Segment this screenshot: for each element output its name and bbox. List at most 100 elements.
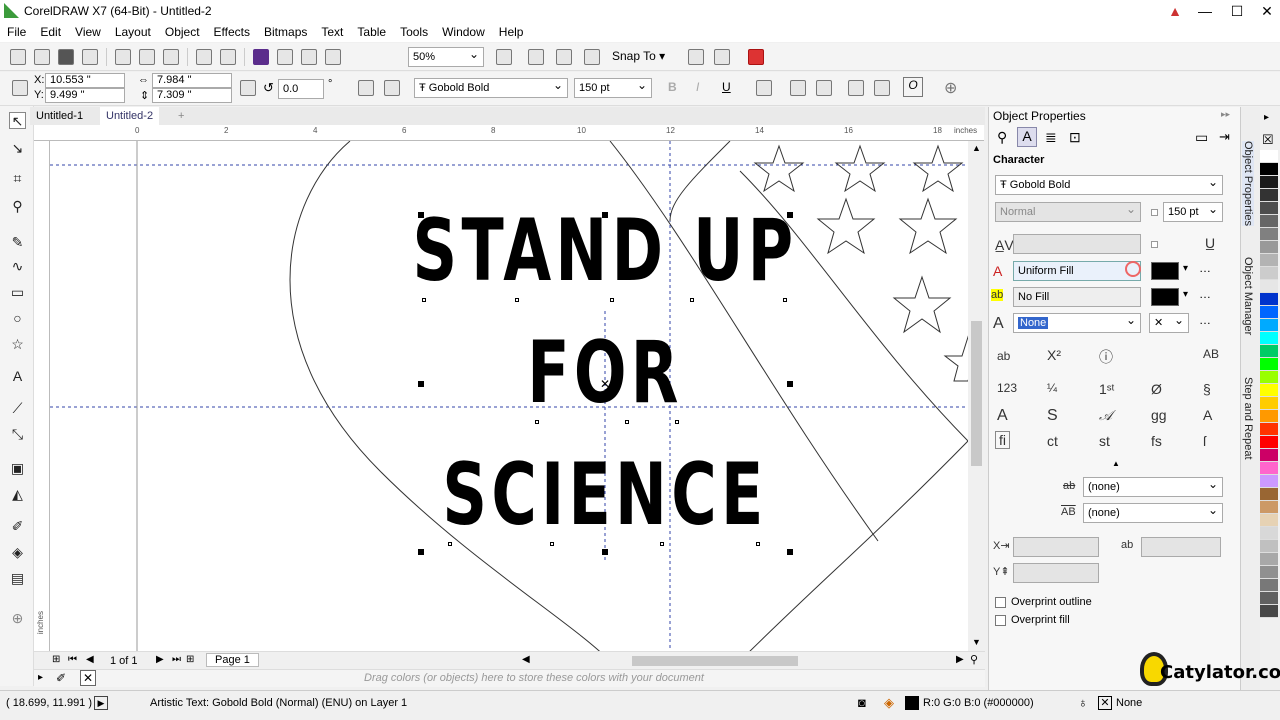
first-page-icon[interactable]: ⏮ bbox=[68, 654, 77, 665]
character-outline-select[interactable]: None bbox=[1013, 311, 1141, 333]
font-style-select[interactable]: Normal bbox=[995, 200, 1141, 222]
color-swatch[interactable] bbox=[1260, 293, 1278, 306]
publish-pdf-icon[interactable] bbox=[325, 48, 341, 65]
ornament-icon[interactable]: 𝒜 bbox=[1099, 407, 1112, 424]
lock-ratio-icon[interactable] bbox=[240, 80, 256, 96]
color-swatch[interactable] bbox=[1260, 423, 1278, 436]
menu-tools[interactable]: Tools bbox=[393, 22, 435, 42]
add-page-icon[interactable]: ⊞ bbox=[186, 654, 194, 665]
no-color-swatch[interactable]: ✕ bbox=[80, 670, 96, 686]
eyedropper-icon[interactable]: ✐ bbox=[56, 671, 66, 685]
panel-menu-icon[interactable]: ⇥ bbox=[1219, 129, 1230, 145]
edit-text-icon[interactable] bbox=[874, 80, 890, 96]
background-fill-more-icon[interactable]: … bbox=[1199, 287, 1211, 301]
text-alignment-icon[interactable] bbox=[756, 80, 772, 96]
color-swatch[interactable] bbox=[1260, 241, 1278, 254]
selection-handle[interactable] bbox=[787, 549, 793, 555]
color-eyedropper-tool-icon[interactable]: ✐ bbox=[9, 518, 26, 535]
character-formatting-icon[interactable] bbox=[848, 80, 864, 96]
page-options-icon[interactable]: ⊞ bbox=[52, 654, 60, 665]
color-swatch[interactable] bbox=[1260, 488, 1278, 501]
tab-untitled-1[interactable]: Untitled-1 bbox=[30, 107, 89, 125]
historical-ligature-icon[interactable]: st bbox=[1099, 433, 1110, 449]
import-icon[interactable] bbox=[277, 48, 293, 65]
character-node[interactable] bbox=[675, 420, 679, 424]
color-swatch[interactable] bbox=[1260, 189, 1278, 202]
selection-handle[interactable] bbox=[602, 212, 608, 218]
new-document-icon[interactable] bbox=[10, 48, 26, 65]
character-node[interactable] bbox=[515, 298, 519, 302]
tab-object-properties[interactable]: Object Properties bbox=[1242, 141, 1254, 226]
drawing-canvas[interactable]: STAND UP FOR SCIENCE ✕ bbox=[50, 141, 968, 651]
scroll-up-icon[interactable]: ▲ bbox=[972, 143, 981, 153]
paragraph-tab-icon[interactable]: ≣ bbox=[1045, 129, 1057, 146]
ellipse-tool-icon[interactable]: ○ bbox=[9, 310, 26, 327]
copy-icon[interactable] bbox=[139, 48, 155, 65]
scroll-left-icon[interactable]: ◀ bbox=[522, 654, 530, 665]
export-icon[interactable] bbox=[301, 48, 317, 65]
new-tab-icon[interactable]: + bbox=[172, 107, 190, 125]
color-swatch[interactable] bbox=[1260, 371, 1278, 384]
lock-square[interactable] bbox=[1151, 209, 1158, 216]
color-swatch[interactable] bbox=[1260, 501, 1278, 514]
y-position-input[interactable]: 9.499 " bbox=[45, 88, 125, 103]
close-button[interactable]: ✕ bbox=[1252, 0, 1280, 22]
menu-effects[interactable]: Effects bbox=[207, 22, 257, 42]
menu-layout[interactable]: Layout bbox=[108, 22, 158, 42]
next-page-icon[interactable]: ▶ bbox=[156, 654, 164, 665]
menu-view[interactable]: View bbox=[68, 22, 108, 42]
color-swatch[interactable] bbox=[1260, 540, 1278, 553]
color-swatch[interactable] bbox=[1260, 553, 1278, 566]
color-swatch[interactable] bbox=[1260, 592, 1278, 605]
menu-text[interactable]: Text bbox=[314, 22, 350, 42]
color-swatch[interactable] bbox=[1260, 384, 1278, 397]
last-page-icon[interactable]: ⏭ bbox=[172, 654, 181, 665]
vertical-shift-input[interactable] bbox=[1141, 537, 1221, 557]
color-swatch[interactable] bbox=[1260, 254, 1278, 267]
smart-fill-tool-icon[interactable]: ▤ bbox=[9, 570, 26, 587]
open-icon[interactable] bbox=[34, 48, 50, 65]
add-tool-icon[interactable]: ⊕ bbox=[9, 610, 26, 627]
color-swatch[interactable] bbox=[1260, 605, 1278, 618]
character-tab-icon[interactable]: A bbox=[1017, 127, 1037, 147]
drop-shadow-tool-icon[interactable]: ▣ bbox=[9, 460, 26, 477]
height-input[interactable]: 7.309 " bbox=[152, 88, 232, 103]
character-node[interactable] bbox=[625, 420, 629, 424]
search-content-icon[interactable] bbox=[253, 48, 269, 65]
character-node[interactable] bbox=[610, 298, 614, 302]
object-origin-icon[interactable] bbox=[12, 80, 28, 96]
strikethrough-select[interactable]: (none) bbox=[1083, 475, 1223, 497]
menu-bitmaps[interactable]: Bitmaps bbox=[257, 22, 314, 42]
rotation-shift-input[interactable] bbox=[1013, 563, 1099, 583]
alternate-icon[interactable]: A bbox=[1203, 407, 1212, 423]
color-swatch[interactable] bbox=[1260, 306, 1278, 319]
document-palette[interactable]: ▸ ✐ ✕ Drag colors (or objects) here to s… bbox=[34, 669, 985, 687]
character-node[interactable] bbox=[550, 542, 554, 546]
artwork-line-3[interactable]: SCIENCE bbox=[403, 445, 806, 545]
text-fill-more-icon[interactable]: … bbox=[1199, 261, 1211, 275]
bold-icon[interactable]: B bbox=[668, 80, 677, 94]
overprint-outline-checkbox[interactable] bbox=[995, 597, 1006, 608]
show-rulers-icon[interactable] bbox=[528, 49, 544, 65]
panel-font-select[interactable]: Ŧ Gobold Bold bbox=[995, 173, 1223, 195]
font-list-select[interactable]: Ŧ Gobold Bold bbox=[414, 76, 568, 98]
print-icon[interactable] bbox=[82, 48, 98, 65]
horizontal-shift-input[interactable] bbox=[1013, 537, 1099, 557]
color-swatch[interactable] bbox=[1260, 150, 1278, 163]
ligature-icon[interactable]: fi bbox=[995, 431, 1010, 449]
underline-style-icon[interactable]: U̲ bbox=[1205, 235, 1215, 251]
color-swatch[interactable] bbox=[1260, 358, 1278, 371]
minimize-button[interactable]: — bbox=[1190, 0, 1220, 22]
kerning-input[interactable] bbox=[1013, 234, 1141, 254]
page-1-tab[interactable]: Page 1 bbox=[206, 653, 259, 667]
maximize-button[interactable]: ☐ bbox=[1222, 0, 1252, 22]
position-icon[interactable]: ⓘ bbox=[1099, 347, 1113, 367]
color-swatch[interactable] bbox=[1260, 579, 1278, 592]
menu-help[interactable]: Help bbox=[492, 22, 531, 42]
vertical-ruler[interactable]: inches bbox=[34, 141, 50, 651]
paste-icon[interactable] bbox=[163, 48, 179, 65]
welcome-screen-icon[interactable] bbox=[688, 49, 704, 65]
user-icon[interactable]: ▲ bbox=[1160, 0, 1190, 22]
transparency-tool-icon[interactable]: ◭ bbox=[9, 486, 26, 503]
color-swatch[interactable] bbox=[1260, 527, 1278, 540]
